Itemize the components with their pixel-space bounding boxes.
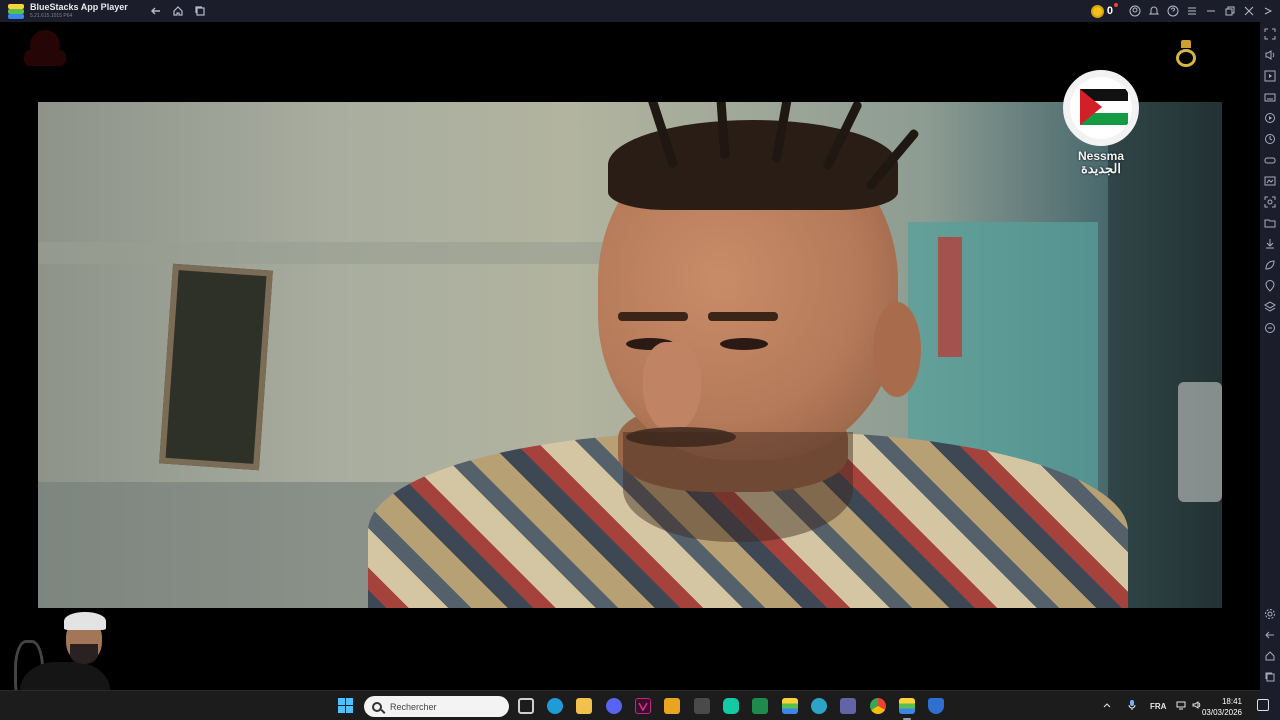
clock-date: 03/03/2026 <box>1201 708 1242 717</box>
home-icon[interactable] <box>170 3 186 19</box>
back-arrow-icon[interactable] <box>148 3 164 19</box>
edge-alt-icon[interactable] <box>811 698 827 714</box>
sync-icon[interactable] <box>1264 322 1276 334</box>
microphone-icon[interactable] <box>1122 700 1142 712</box>
fullscreen-icon[interactable] <box>1264 28 1276 40</box>
restore-icon[interactable] <box>1222 3 1238 19</box>
teams-icon[interactable] <box>840 698 856 714</box>
macro-icon[interactable] <box>1264 133 1276 145</box>
bluestacks-taskbar-icon[interactable] <box>899 698 915 720</box>
beard <box>623 432 853 542</box>
layers-icon[interactable] <box>1264 301 1276 313</box>
background-bottle <box>1178 382 1222 502</box>
right-eyebrow <box>708 312 778 321</box>
folder-icon[interactable] <box>1264 217 1276 229</box>
app-title: BlueStacks App Player <box>30 2 128 12</box>
windows-start-icon[interactable] <box>338 698 354 714</box>
help-icon[interactable] <box>1165 3 1181 19</box>
expand-sidebar-icon[interactable] <box>1260 3 1276 19</box>
system-tray: FRA <box>1100 691 1202 720</box>
network-icon[interactable] <box>1176 700 1186 712</box>
search-icon <box>372 701 382 712</box>
gamepad-icon[interactable] <box>1264 154 1276 166</box>
account-icon[interactable] <box>1127 3 1143 19</box>
recent-apps-icon[interactable] <box>1264 671 1276 683</box>
notifications-bell-icon[interactable] <box>1146 3 1162 19</box>
title-bar-controls: 0 <box>1090 0 1276 22</box>
mustache <box>626 427 736 447</box>
bluestacks-sidebar <box>1260 22 1280 720</box>
background-picture-frame <box>159 263 273 471</box>
home-icon[interactable] <box>1264 650 1276 662</box>
language-indicator[interactable]: FRA <box>1150 702 1166 711</box>
webcam-person-cap <box>64 612 106 630</box>
windows-taskbar: Rechercher FRA 18:41 03/03/2026 <box>0 690 1269 720</box>
bluestacks-multi-instance-icon[interactable] <box>782 698 798 714</box>
volume-icon[interactable] <box>1264 49 1276 61</box>
corner-emblem-icon <box>1175 40 1197 68</box>
calculator-icon[interactable] <box>694 698 710 714</box>
task-view-icon[interactable] <box>518 698 534 714</box>
edge-icon[interactable] <box>547 698 563 714</box>
coin-icon[interactable] <box>1090 4 1104 18</box>
capture-icon[interactable] <box>1264 196 1276 208</box>
notification-dot <box>1114 3 1118 7</box>
record-icon[interactable] <box>1264 112 1276 124</box>
palestine-flag-icon <box>1063 70 1139 146</box>
media-icon[interactable] <box>1264 70 1276 82</box>
eco-mode-icon[interactable] <box>1264 259 1276 271</box>
channel-watermark-icon <box>20 24 70 72</box>
multi-instance-icon[interactable] <box>192 3 208 19</box>
vegas-icon[interactable] <box>635 698 651 714</box>
search-placeholder: Rechercher <box>390 701 437 712</box>
chevron-up-icon[interactable] <box>1100 701 1114 711</box>
back-icon[interactable] <box>1264 629 1276 641</box>
shield-app-icon[interactable] <box>664 698 680 714</box>
clipchamp-icon[interactable] <box>723 698 739 714</box>
webcam-person-beard <box>70 644 98 664</box>
bluestacks-logo-icon <box>8 3 24 19</box>
menu-icon[interactable] <box>1184 3 1200 19</box>
keyboard-icon[interactable] <box>1264 91 1276 103</box>
close-icon[interactable] <box>1241 3 1257 19</box>
minimize-icon[interactable] <box>1203 3 1219 19</box>
left-eyebrow <box>618 312 688 321</box>
hair <box>608 120 898 210</box>
notification-center-icon[interactable] <box>1257 699 1269 711</box>
video-player[interactable] <box>38 102 1222 608</box>
nose <box>643 342 701 432</box>
screenshot-icon[interactable] <box>1264 175 1276 187</box>
app-title-block: BlueStacks App Player 5.21.615.1015 P64 <box>30 3 128 19</box>
install-apk-icon[interactable] <box>1264 238 1276 250</box>
discord-icon[interactable] <box>606 698 622 714</box>
bluestacks-window: BlueStacks App Player 5.21.615.1015 P64 … <box>0 0 1280 720</box>
channel-name-arabic: الجديدة <box>1080 161 1122 176</box>
defender-icon[interactable] <box>928 698 944 714</box>
channel-logo: Nessma الجديدة <box>1062 70 1140 180</box>
coin-count: 0 <box>1106 5 1113 17</box>
title-nav <box>148 3 208 19</box>
file-explorer-icon[interactable] <box>576 698 592 714</box>
ear <box>873 302 921 397</box>
excel-icon[interactable] <box>752 698 768 714</box>
taskbar-clock[interactable]: 18:41 03/03/2026 <box>1196 696 1242 718</box>
right-eye <box>720 338 768 350</box>
man-in-frame <box>368 102 1128 608</box>
settings-icon[interactable] <box>1264 608 1276 620</box>
chrome-icon[interactable] <box>870 698 886 714</box>
app-version: 5.21.615.1015 P64 <box>30 13 73 19</box>
location-icon[interactable] <box>1264 280 1276 292</box>
taskbar-search[interactable]: Rechercher <box>364 696 509 717</box>
title-bar: BlueStacks App Player 5.21.615.1015 P64 … <box>0 0 1280 22</box>
clock-time: 18:41 <box>1221 697 1242 706</box>
